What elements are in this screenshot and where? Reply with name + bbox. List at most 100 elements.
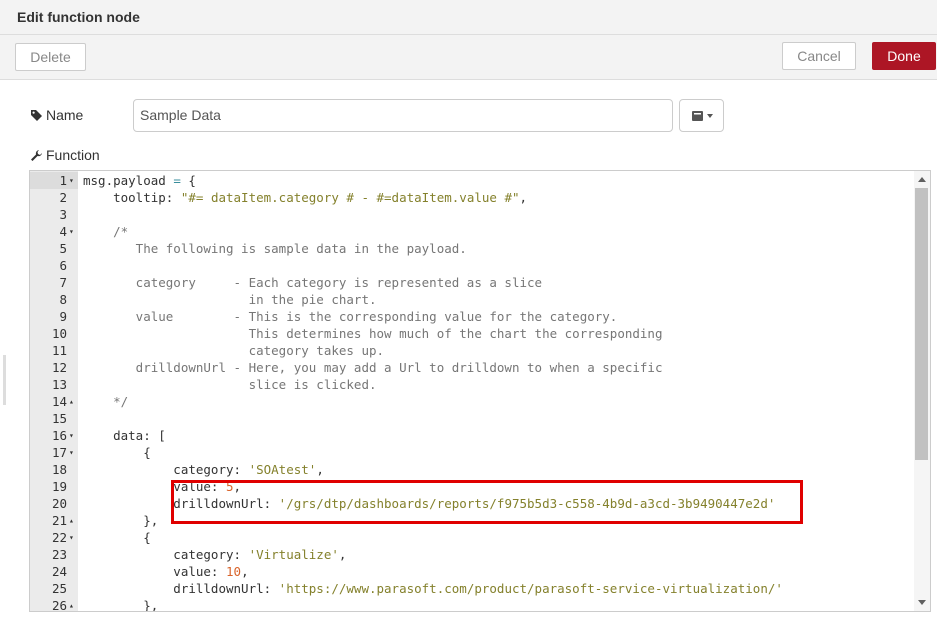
code-text: value: 10, — [83, 564, 249, 579]
done-button[interactable]: Done — [872, 42, 936, 70]
dialog-toolbar: Delete Cancel Done — [0, 35, 937, 80]
name-input[interactable]: Sample Data — [133, 99, 673, 132]
code-line[interactable]: 23 category: 'Virtualize', — [30, 546, 914, 563]
line-number: 3 — [59, 207, 67, 222]
line-number: 19 — [51, 479, 67, 494]
line-number: 11 — [51, 343, 67, 358]
line-number: 21 — [51, 513, 67, 528]
code-line[interactable]: 17 ▾ { — [30, 444, 914, 461]
line-number: 1 — [59, 173, 67, 188]
code-line[interactable]: 10 This determines how much of the chart… — [30, 325, 914, 342]
dialog-header: Edit function node — [0, 0, 937, 35]
fold-toggle-icon[interactable]: ▾ — [69, 427, 77, 444]
line-number: 5 — [59, 241, 67, 256]
line-number: 12 — [51, 360, 67, 375]
line-number: 8 — [59, 292, 67, 307]
code-lines[interactable]: 1 ▾ msg.payload = {2 tooltip: "#= dataItem… — [30, 172, 914, 612]
code-line[interactable]: 26 ▴ }, — [30, 597, 914, 612]
code-line[interactable]: 14 ▴ */ — [30, 393, 914, 410]
code-text: }, — [83, 513, 159, 528]
line-number: 26 — [51, 598, 67, 612]
line-number: 15 — [51, 411, 67, 426]
code-text: data: [ — [83, 428, 166, 443]
scroll-up-icon[interactable] — [918, 177, 926, 182]
function-label-text: Function — [46, 147, 100, 163]
book-icon — [692, 111, 713, 121]
code-text: }, — [83, 598, 159, 612]
code-text: This determines how much of the chart th… — [83, 326, 663, 341]
line-number: 4 — [59, 224, 67, 239]
code-line[interactable]: 22 ▾ { — [30, 529, 914, 546]
fold-toggle-icon[interactable]: ▴ — [69, 393, 77, 410]
code-text: The following is sample data in the payl… — [83, 241, 467, 256]
code-line[interactable]: 16 ▾ data: [ — [30, 427, 914, 444]
fold-toggle-icon[interactable]: ▴ — [69, 512, 77, 529]
fold-toggle-icon[interactable]: ▾ — [69, 172, 77, 189]
code-text: { — [83, 445, 151, 460]
tag-icon — [31, 110, 42, 121]
code-text: /* — [83, 224, 129, 239]
wrench-icon — [31, 150, 42, 161]
name-label: Name — [30, 107, 83, 123]
fold-toggle-icon[interactable]: ▴ — [69, 597, 77, 611]
code-line[interactable]: 25 drilldownUrl: 'https://www.parasoft.c… — [30, 580, 914, 597]
chevron-down-icon — [707, 114, 713, 118]
highlight-annotation — [171, 480, 803, 524]
line-number: 6 — [59, 258, 67, 273]
code-text: msg.payload = { — [83, 173, 196, 188]
scroll-down-icon[interactable] — [918, 600, 926, 605]
line-number: 14 — [51, 394, 67, 409]
library-button[interactable] — [679, 99, 724, 132]
code-line[interactable]: 4 ▾ /* — [30, 223, 914, 240]
line-number: 20 — [51, 496, 67, 511]
code-line[interactable]: 12 drilldownUrl - Here, you may add a Ur… — [30, 359, 914, 376]
code-text: */ — [83, 394, 129, 409]
line-number: 22 — [51, 530, 67, 545]
line-number: 25 — [51, 581, 67, 596]
name-label-text: Name — [46, 107, 84, 123]
line-number: 13 — [51, 377, 67, 392]
delete-button[interactable]: Delete — [15, 43, 86, 71]
code-line[interactable]: 5 The following is sample data in the pa… — [30, 240, 914, 257]
line-number: 10 — [51, 326, 67, 341]
code-line[interactable]: 2 tooltip: "#= dataItem.category # - #=d… — [30, 189, 914, 206]
code-line[interactable]: 3 — [30, 206, 914, 223]
code-line[interactable]: 13 slice is clicked. — [30, 376, 914, 393]
code-text: in the pie chart. — [83, 292, 377, 307]
code-line[interactable]: 8 in the pie chart. — [30, 291, 914, 308]
code-text: { — [83, 530, 151, 545]
code-line[interactable]: 11 category takes up. — [30, 342, 914, 359]
code-text: tooltip: "#= dataItem.category # - #=dat… — [83, 190, 528, 205]
code-text: category takes up. — [83, 343, 385, 358]
cancel-button[interactable]: Cancel — [782, 42, 856, 70]
line-number: 16 — [51, 428, 67, 443]
line-number: 24 — [51, 564, 67, 579]
fold-toggle-icon[interactable]: ▾ — [69, 529, 77, 546]
code-text: category - Each category is represented … — [83, 275, 543, 290]
fold-toggle-icon[interactable]: ▾ — [69, 444, 77, 461]
function-label: Function — [30, 147, 100, 163]
scroll-thumb[interactable] — [915, 188, 928, 460]
dialog-title: Edit function node — [17, 9, 140, 25]
code-line[interactable]: 15 — [30, 410, 914, 427]
code-text: drilldownUrl - Here, you may add a Url t… — [83, 360, 663, 375]
code-line[interactable]: 6 — [30, 257, 914, 274]
code-line[interactable]: 24 value: 10, — [30, 563, 914, 580]
code-text: drilldownUrl: 'https://www.parasoft.com/… — [83, 581, 783, 596]
code-text: category: 'Virtualize', — [83, 547, 347, 562]
line-number: 18 — [51, 462, 67, 477]
code-line[interactable]: 18 category: 'SOAtest', — [30, 461, 914, 478]
code-line[interactable]: 9 value - This is the corresponding valu… — [30, 308, 914, 325]
line-number: 2 — [59, 190, 67, 205]
code-text: value - This is the corresponding value … — [83, 309, 618, 324]
line-number: 9 — [59, 309, 67, 324]
resize-grip[interactable] — [3, 355, 6, 405]
code-editor[interactable]: 1 ▾ msg.payload = {2 tooltip: "#= dataItem… — [29, 170, 931, 612]
line-number: 23 — [51, 547, 67, 562]
vertical-scrollbar[interactable] — [914, 171, 930, 611]
code-line[interactable]: 1 ▾ msg.payload = { — [30, 172, 914, 189]
code-line[interactable]: 7 category - Each category is represente… — [30, 274, 914, 291]
fold-toggle-icon[interactable]: ▾ — [69, 223, 77, 240]
code-text: slice is clicked. — [83, 377, 377, 392]
line-number: 7 — [59, 275, 67, 290]
